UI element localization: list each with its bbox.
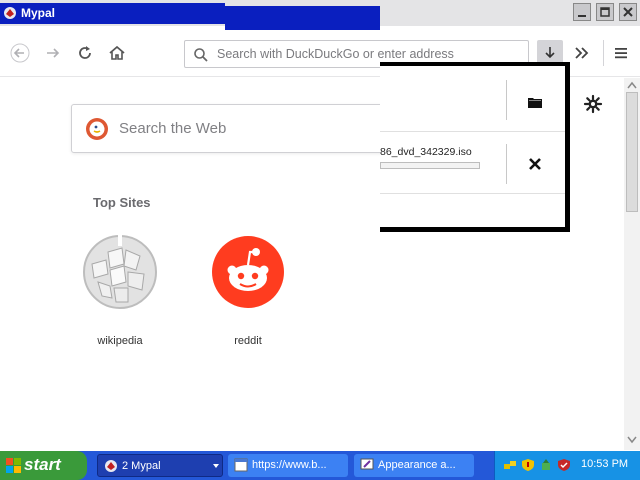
minimize-button[interactable]	[573, 3, 591, 21]
folder-icon[interactable]	[528, 96, 542, 108]
taskbar-clock: 10:53 PM	[581, 458, 629, 470]
display-properties-icon	[360, 458, 374, 470]
top-site-reddit[interactable]: reddit	[198, 234, 298, 347]
mypal-app-icon	[105, 460, 117, 472]
title-bar: Mypal	[0, 0, 640, 33]
cancel-download-icon[interactable]	[528, 157, 542, 171]
reload-button[interactable]	[74, 42, 96, 64]
settings-gear-icon[interactable]	[583, 94, 603, 114]
panel-separator	[506, 80, 507, 120]
forward-button[interactable]	[42, 42, 64, 64]
antivirus-icon[interactable]	[557, 458, 571, 472]
download-file-name: 86_dvd_342329.iso	[380, 146, 472, 158]
download-progress-bar	[380, 162, 480, 169]
taskbar: start 2 Mypal https://www.b... Appearanc…	[0, 451, 640, 480]
top-site-label: reddit	[234, 335, 262, 347]
top-site-wikipedia[interactable]: wikipedia	[70, 234, 170, 347]
top-site-label: wikipedia	[97, 335, 143, 347]
taskbar-item-appearance[interactable]: Appearance a...	[354, 454, 474, 477]
home-button[interactable]	[106, 42, 128, 64]
chevron-down-icon	[213, 464, 219, 468]
forward-arrow-icon	[47, 48, 60, 58]
start-button[interactable]: start	[0, 451, 87, 480]
downloads-panel-header	[380, 66, 565, 132]
taskbar-item-label: Appearance a...	[378, 459, 456, 471]
download-arrow-icon	[545, 47, 555, 59]
close-icon	[623, 7, 633, 17]
wikipedia-icon	[83, 234, 157, 309]
security-shield-icon[interactable]	[521, 458, 535, 472]
menu-button[interactable]	[610, 42, 632, 64]
start-label: start	[24, 455, 61, 474]
window-title: Mypal	[21, 6, 56, 20]
panel-separator	[506, 144, 507, 184]
hamburger-menu-icon	[615, 48, 627, 59]
network-icon[interactable]	[503, 458, 517, 472]
windows-flag-icon	[6, 458, 21, 473]
scroll-up-icon[interactable]	[627, 81, 637, 89]
scroll-down-icon[interactable]	[627, 436, 637, 444]
taskbar-item-browser[interactable]: https://www.b...	[228, 454, 348, 477]
taskbar-item-label: 2 Mypal	[122, 460, 161, 472]
chevron-double-right-icon	[575, 47, 589, 59]
vertical-scrollbar[interactable]	[624, 78, 640, 450]
address-bar-placeholder: Search with DuckDuckGo or enter address	[217, 47, 454, 61]
safely-remove-hardware-icon[interactable]	[539, 458, 553, 472]
downloads-panel: 86_dvd_342329.iso	[380, 62, 570, 232]
overflow-button[interactable]	[571, 42, 593, 64]
system-tray: 10:53 PM	[494, 451, 640, 480]
web-search-box[interactable]: Search the Web	[71, 104, 386, 153]
taskbar-item-mypal[interactable]: 2 Mypal	[97, 454, 223, 477]
title-bar-artifact	[225, 6, 380, 33]
search-icon	[194, 48, 208, 62]
nav-separator	[603, 40, 604, 66]
scrollbar-thumb[interactable]	[626, 92, 638, 212]
maximize-button[interactable]	[596, 3, 614, 21]
back-button[interactable]	[9, 42, 31, 64]
home-icon	[109, 45, 125, 60]
minimize-icon	[578, 15, 586, 17]
back-arrow-icon	[10, 43, 30, 63]
web-search-placeholder: Search the Web	[119, 120, 227, 137]
mypal-app-icon	[4, 7, 16, 19]
top-sites-title: Top Sites	[93, 195, 151, 210]
reload-icon	[79, 46, 91, 59]
screen: Mypal Search with DuckDuckGo or enter ad…	[0, 0, 640, 480]
duckduckgo-icon	[86, 118, 108, 140]
close-window-button[interactable]	[619, 3, 637, 21]
maximize-icon	[600, 7, 610, 17]
web-page-icon	[234, 458, 248, 472]
reddit-icon	[212, 236, 284, 308]
taskbar-item-label: https://www.b...	[252, 459, 327, 471]
download-item[interactable]: 86_dvd_342329.iso	[380, 132, 565, 194]
